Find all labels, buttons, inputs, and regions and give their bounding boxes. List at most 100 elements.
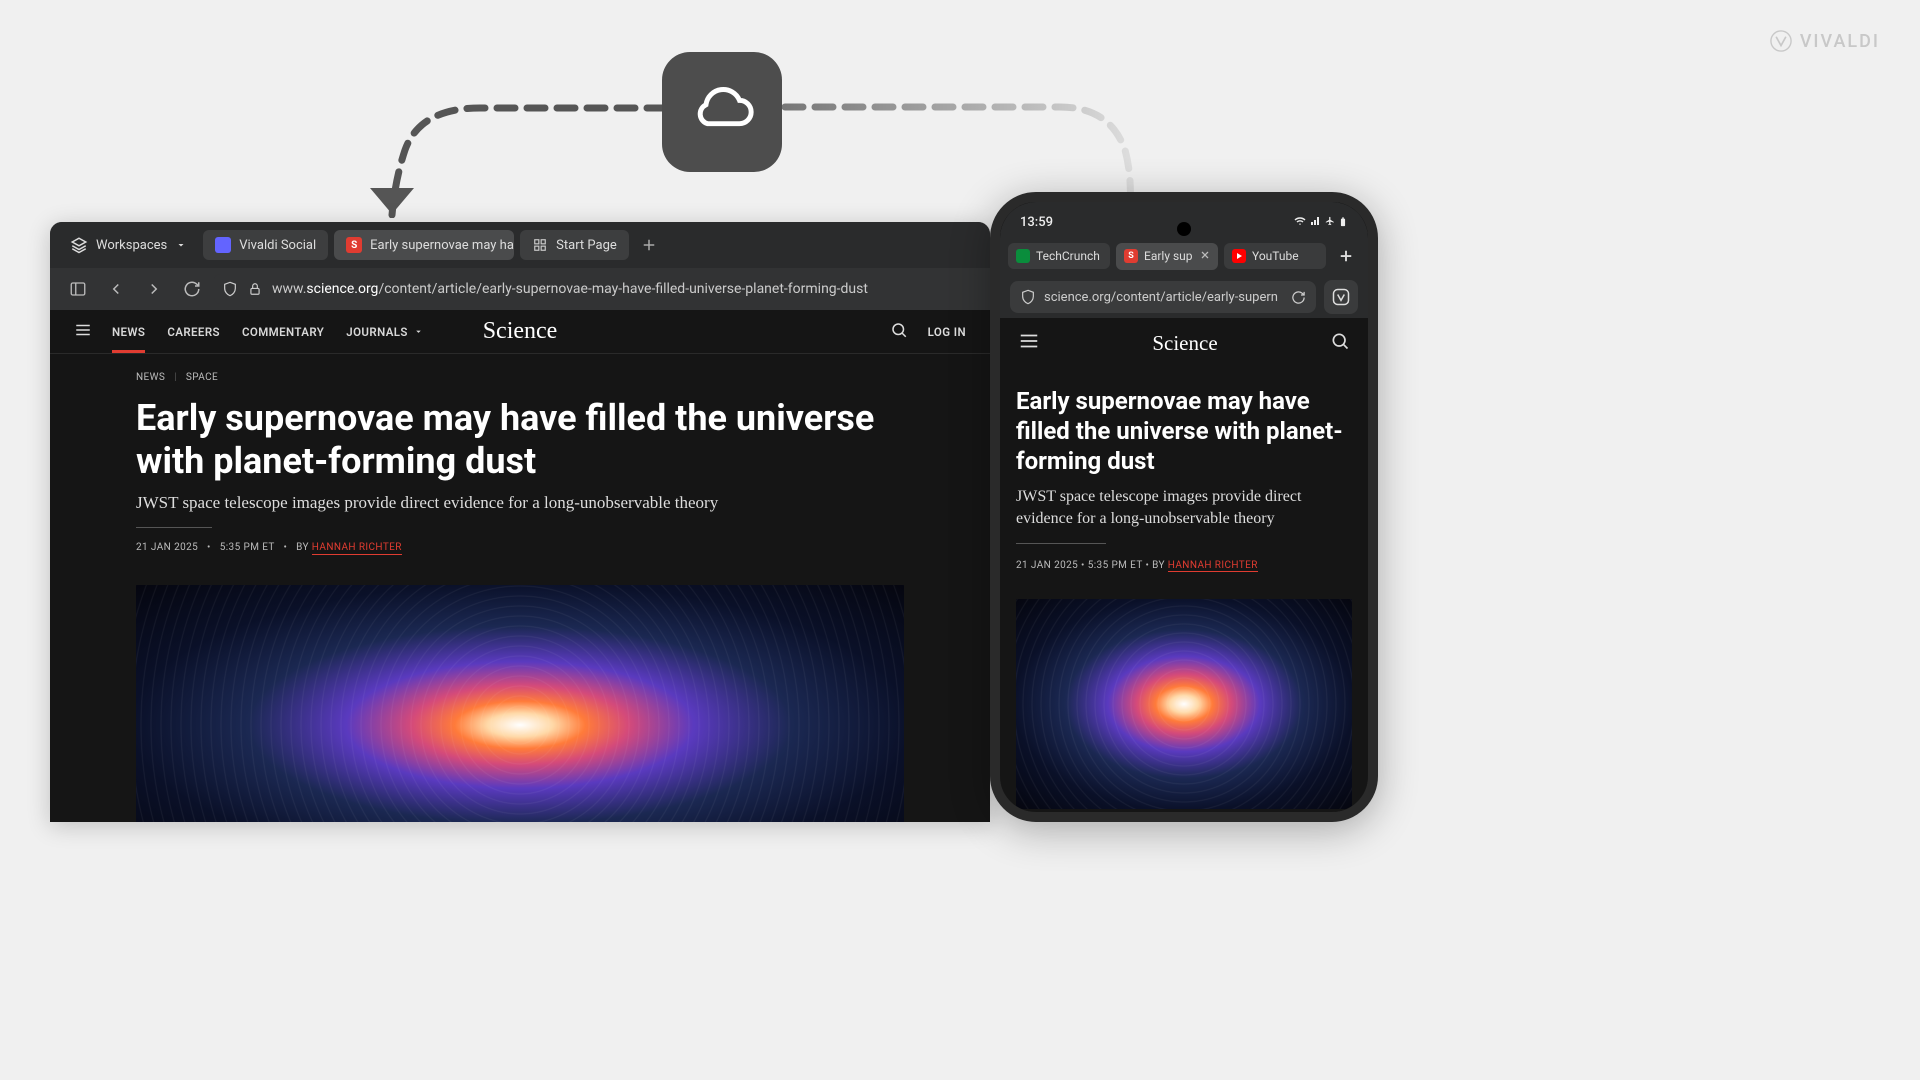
- mobile-site-header: Science: [1000, 318, 1368, 368]
- panel-icon: [69, 280, 87, 298]
- breadcrumb-space[interactable]: SPACE: [186, 372, 218, 383]
- tab-label: YouTube: [1252, 249, 1299, 263]
- site-header: NEWS CAREERS COMMENTARY JOURNALS Science…: [50, 310, 990, 354]
- wifi-icon: [1293, 215, 1307, 227]
- url-text: science.org/content/article/early-supern: [1044, 290, 1278, 305]
- reload-button[interactable]: [176, 273, 208, 305]
- reload-icon[interactable]: [1291, 290, 1306, 305]
- mastodon-favicon: [215, 237, 231, 253]
- science-favicon: S: [1124, 249, 1138, 263]
- article-meta: 21 JAN 2025 • 5:35 PM ET • BY HANNAH RIC…: [136, 542, 904, 553]
- site-menu-button[interactable]: [74, 321, 92, 343]
- sync-arrow-left: [370, 188, 414, 214]
- breadcrumb-news[interactable]: NEWS: [136, 372, 165, 383]
- mobile-menu-button[interactable]: [1018, 330, 1040, 356]
- divider: [1016, 543, 1106, 544]
- chevron-down-icon: [413, 326, 424, 337]
- mobile-article-meta: 21 JAN 2025 • 5:35 PM ET • BY HANNAH RIC…: [1016, 560, 1352, 571]
- status-icons: [1293, 215, 1348, 229]
- workspaces-button[interactable]: Workspaces: [60, 230, 197, 260]
- lock-icon: [248, 280, 262, 298]
- mobile-tab-science[interactable]: S Early sup: [1116, 243, 1218, 270]
- science-logo[interactable]: Science: [1152, 331, 1217, 356]
- techcrunch-favicon: [1016, 249, 1030, 263]
- tab-vivaldi-social[interactable]: Vivaldi Social: [203, 230, 328, 260]
- back-button[interactable]: [100, 273, 132, 305]
- browser-toolbar: www.science.org/content/article/early-su…: [50, 268, 990, 310]
- nav-commentary[interactable]: COMMENTARY: [242, 311, 324, 353]
- science-favicon: S: [346, 237, 362, 253]
- forward-button[interactable]: [138, 273, 170, 305]
- clock: 13:59: [1020, 215, 1053, 230]
- new-tab-button[interactable]: [635, 231, 663, 259]
- mobile-tab-techcrunch[interactable]: TechCrunch: [1008, 243, 1110, 269]
- article-author[interactable]: HANNAH RICHTER: [1168, 560, 1258, 572]
- science-logo[interactable]: Science: [483, 318, 558, 345]
- article-hero-image: [136, 585, 904, 822]
- tab-label: Early supernovae may hav: [370, 238, 514, 253]
- plus-icon: [1337, 247, 1355, 265]
- tab-label: Vivaldi Social: [239, 238, 316, 253]
- vivaldi-brand-watermark: VIVALDI: [1770, 30, 1880, 52]
- chevron-right-icon: [145, 280, 163, 298]
- search-icon: [1330, 331, 1350, 351]
- article-subhead: JWST space telescope images provide dire…: [136, 493, 904, 513]
- divider: [136, 527, 212, 528]
- mobile-hero-image: [1016, 599, 1352, 809]
- reload-icon: [183, 280, 201, 298]
- mobile-tab-youtube[interactable]: YouTube: [1224, 243, 1326, 269]
- vivaldi-icon: [1331, 287, 1351, 307]
- signal-icon: [1310, 215, 1322, 227]
- login-link[interactable]: LOG IN: [928, 325, 966, 339]
- article-headline: Early supernovae may have filled the uni…: [136, 397, 904, 483]
- workspaces-label: Workspaces: [96, 238, 167, 253]
- sync-path-left: [370, 100, 670, 218]
- close-icon: [1199, 249, 1211, 261]
- chevron-left-icon: [107, 280, 125, 298]
- mobile-tab-bar: TechCrunch S Early sup YouTube: [1000, 236, 1368, 276]
- nav-careers[interactable]: CAREERS: [167, 311, 220, 353]
- article-author[interactable]: HANNAH RICHTER: [312, 542, 402, 555]
- mobile-address-bar[interactable]: science.org/content/article/early-supern: [1010, 281, 1316, 313]
- chevron-down-icon: [175, 239, 187, 251]
- desktop-browser-window: Workspaces Vivaldi Social S Early supern…: [50, 222, 990, 822]
- mobile-phone-frame: 13:59 TechCrunch S Early sup: [990, 192, 1378, 822]
- mobile-article-content: Early supernovae may have filled the uni…: [1000, 368, 1368, 812]
- mobile-new-tab-button[interactable]: [1332, 242, 1360, 270]
- site-nav: NEWS CAREERS COMMENTARY JOURNALS: [112, 311, 424, 353]
- breadcrumb: NEWS | SPACE: [136, 372, 904, 383]
- tab-bar: Workspaces Vivaldi Social S Early supern…: [50, 222, 990, 268]
- shield-icon: [222, 280, 238, 298]
- grid-favicon: [532, 237, 548, 253]
- mobile-article-headline: Early supernovae may have filled the uni…: [1016, 386, 1352, 476]
- panel-toggle-button[interactable]: [62, 273, 94, 305]
- hamburger-icon: [74, 321, 92, 339]
- mobile-search-button[interactable]: [1330, 331, 1350, 355]
- article-date: 21 JAN 2025: [136, 542, 198, 553]
- airplane-icon: [1325, 215, 1335, 227]
- cloud-sync-icon: [662, 52, 782, 172]
- tab-science-article[interactable]: S Early supernovae may hav: [334, 230, 514, 260]
- vivaldi-logo-icon: [1770, 30, 1792, 52]
- mobile-toolbar: science.org/content/article/early-supern: [1000, 276, 1368, 318]
- nav-journals[interactable]: JOURNALS: [346, 311, 424, 353]
- tab-start-page[interactable]: Start Page: [520, 230, 629, 260]
- battery-icon: [1338, 215, 1348, 229]
- hamburger-icon: [1018, 330, 1040, 352]
- mobile-vivaldi-button[interactable]: [1324, 280, 1358, 314]
- tab-label: Start Page: [556, 238, 617, 253]
- shield-icon: [1020, 289, 1036, 305]
- article-time: 5:35 PM ET: [220, 542, 275, 553]
- nav-news[interactable]: NEWS: [112, 311, 145, 353]
- site-search-button[interactable]: [890, 321, 908, 343]
- brand-text: VIVALDI: [1800, 31, 1880, 52]
- address-bar[interactable]: www.science.org/content/article/early-su…: [214, 274, 978, 304]
- plus-icon: [640, 236, 658, 254]
- search-icon: [890, 321, 908, 339]
- youtube-favicon: [1232, 249, 1246, 263]
- layers-icon: [70, 236, 88, 254]
- tab-label: Early sup: [1144, 249, 1193, 263]
- phone-camera: [1177, 222, 1191, 236]
- tab-label: TechCrunch: [1036, 249, 1100, 263]
- tab-close-button[interactable]: [1199, 249, 1211, 264]
